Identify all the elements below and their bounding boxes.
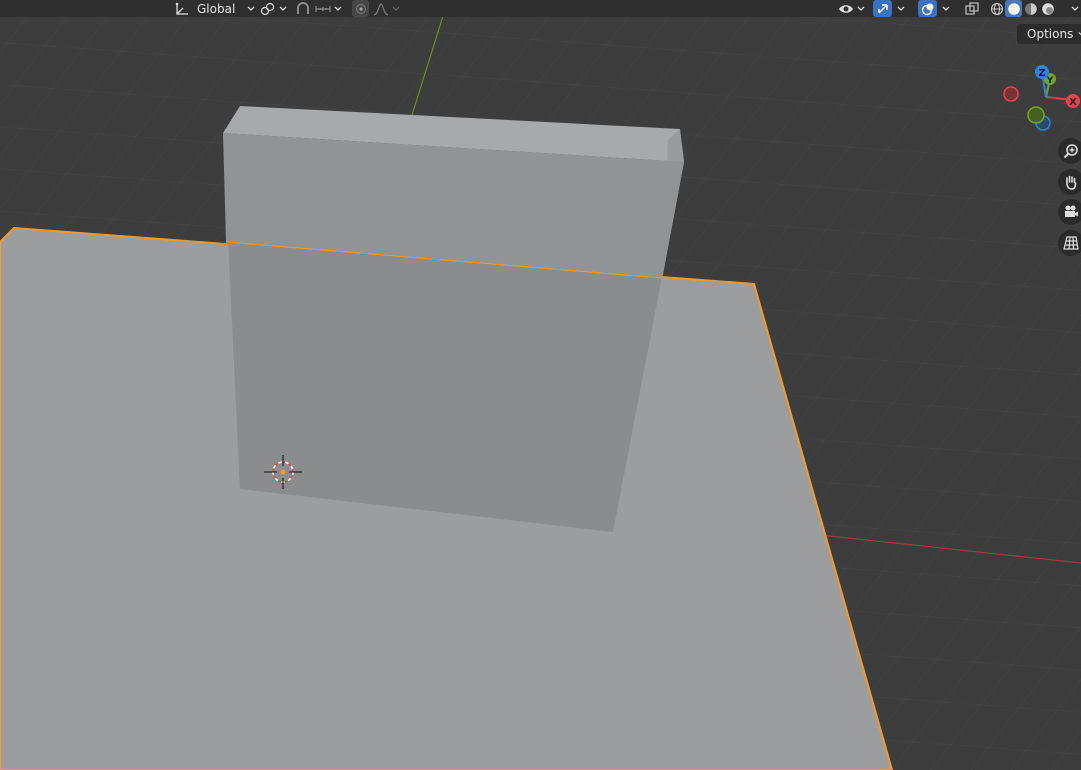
ortho-toggle-button[interactable] [1058,230,1081,256]
chevron-down-icon [897,6,905,11]
shading-material-button[interactable] [1022,0,1039,17]
wireframe-sphere-icon [990,2,1003,15]
overlay-dropdown[interactable] [942,0,950,17]
grid-ortho-icon [1063,236,1079,250]
snap-target-dropdown[interactable] [315,0,342,17]
material-sphere-icon [1024,2,1037,15]
chevron-down-icon [279,6,287,11]
xray-toggle[interactable] [964,0,980,17]
gizmo-neg-x[interactable] [1003,86,1019,102]
shading-mode-group [988,0,1056,17]
solid-sphere-icon [1007,2,1020,15]
gizmo-toggle[interactable] [873,0,892,17]
3d-viewport[interactable]: Y Z X [0,0,1081,770]
gizmo-icon [877,3,888,14]
snap-toggle[interactable] [295,0,311,17]
hand-pan-icon [1066,175,1077,190]
options-dropdown[interactable]: Options [1017,24,1081,44]
zoom-button[interactable] [1058,138,1081,164]
rendered-sphere-icon [1041,2,1054,15]
overlay-icon [921,3,933,15]
transform-orientation-icon [175,2,188,15]
falloff-dropdown[interactable] [373,0,400,17]
shading-rendered-button[interactable] [1039,0,1056,17]
transform-orientation-label: Global [197,1,236,16]
gizmo-dropdown[interactable] [897,0,905,17]
chevron-down-icon [1071,6,1079,11]
gizmo-z-label: Z [1038,68,1045,79]
shading-dropdown[interactable] [1071,0,1079,17]
object-visibility-dropdown[interactable] [838,0,865,17]
transform-orientation-dropdown[interactable]: Global [175,0,255,17]
xray-icon [965,1,979,15]
shading-wireframe-button[interactable] [988,0,1005,17]
chevron-down-icon [392,6,400,11]
proportional-editing-icon [355,3,366,14]
gizmo-neg-y[interactable] [1027,106,1045,124]
pan-button[interactable] [1058,169,1081,195]
options-label: Options [1027,27,1074,41]
gizmo-y-label: Y [1046,76,1054,86]
chevron-down-icon [247,6,255,11]
pivot-point-dropdown[interactable] [260,0,287,17]
proportional-editing-toggle[interactable] [352,0,369,17]
chevron-down-icon [857,6,865,11]
pivot-point-icon [260,2,275,15]
chevron-down-icon [942,6,950,11]
gizmo-x-label: X [1069,97,1077,108]
chevron-down-icon [334,6,342,11]
falloff-curve-icon [373,2,389,16]
viewport-header: Global [0,0,1081,17]
shading-solid-button[interactable] [1005,0,1022,17]
overlay-toggle[interactable] [918,0,937,17]
zoom-icon [1063,144,1078,159]
snap-magnet-icon [297,1,309,14]
camera-icon [1065,205,1078,217]
camera-view-button[interactable] [1058,199,1081,225]
eye-visibility-icon [839,4,853,13]
snap-increment-icon [315,5,331,12]
